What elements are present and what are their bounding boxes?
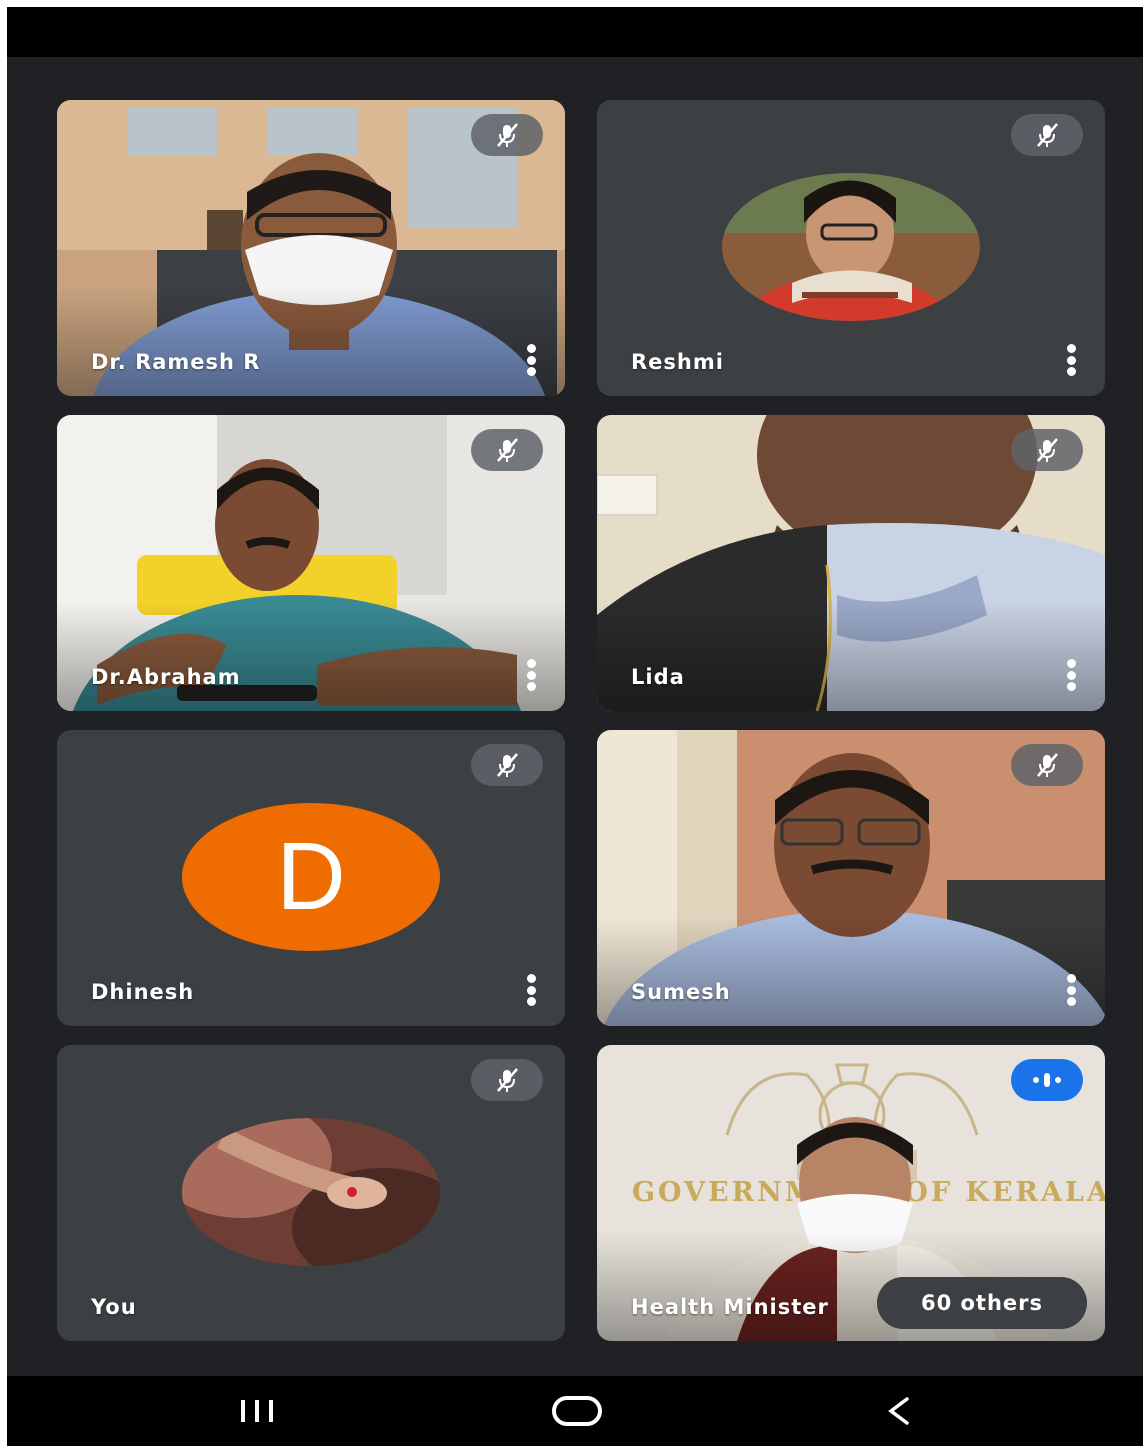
more-vert-icon[interactable] xyxy=(1059,974,1083,1006)
participant-tile[interactable]: Sumesh xyxy=(597,730,1105,1026)
back-icon[interactable] xyxy=(859,1388,939,1434)
more-vert-icon[interactable] xyxy=(519,659,543,691)
avatar xyxy=(722,173,980,321)
participant-name: Lida xyxy=(631,665,685,689)
name-shade xyxy=(597,916,1105,1026)
mic-off-icon xyxy=(1011,744,1083,786)
status-bar xyxy=(7,7,1143,57)
name-shade xyxy=(57,286,565,396)
speaking-indicator-icon xyxy=(1011,1059,1083,1101)
participant-tile[interactable]: Dr.Abraham xyxy=(57,415,565,711)
participant-name: Sumesh xyxy=(631,980,731,1004)
participant-tile[interactable]: GOVERNMENT OF KERALA Health Minister 60 … xyxy=(597,1045,1105,1341)
mic-off-icon xyxy=(471,1059,543,1101)
participant-tile[interactable]: D Dhinesh xyxy=(57,730,565,1026)
participant-tile[interactable]: Dr. Ramesh R xyxy=(57,100,565,396)
participant-name: Health Minister xyxy=(631,1295,829,1319)
participant-name: Dr. Ramesh R xyxy=(91,350,261,374)
recents-icon[interactable] xyxy=(217,1388,297,1434)
participant-name: You xyxy=(91,1295,137,1319)
meeting-screen: Dr. Ramesh R Reshmi Dr.Abraham Lida D Dh… xyxy=(7,7,1143,1446)
name-shade xyxy=(597,601,1105,711)
mic-off-icon xyxy=(1011,429,1083,471)
more-vert-icon[interactable] xyxy=(519,974,543,1006)
participant-name: Dhinesh xyxy=(91,980,195,1004)
participant-name: Dr.Abraham xyxy=(91,665,241,689)
mic-off-icon xyxy=(471,114,543,156)
more-vert-icon[interactable] xyxy=(1059,659,1083,691)
mic-off-icon xyxy=(471,429,543,471)
more-vert-icon[interactable] xyxy=(1059,344,1083,376)
mic-off-icon xyxy=(1011,114,1083,156)
others-button[interactable]: 60 others xyxy=(877,1277,1087,1329)
participant-tile[interactable]: Lida xyxy=(597,415,1105,711)
mic-off-icon xyxy=(471,744,543,786)
more-vert-icon[interactable] xyxy=(519,344,543,376)
avatar: D xyxy=(182,803,440,951)
participant-name: Reshmi xyxy=(631,350,724,374)
avatar xyxy=(182,1118,440,1266)
participant-tile[interactable]: You xyxy=(57,1045,565,1341)
name-shade xyxy=(57,601,565,711)
home-icon[interactable] xyxy=(537,1388,617,1434)
participant-tile[interactable]: Reshmi xyxy=(597,100,1105,396)
system-nav-bar xyxy=(7,1376,1143,1446)
